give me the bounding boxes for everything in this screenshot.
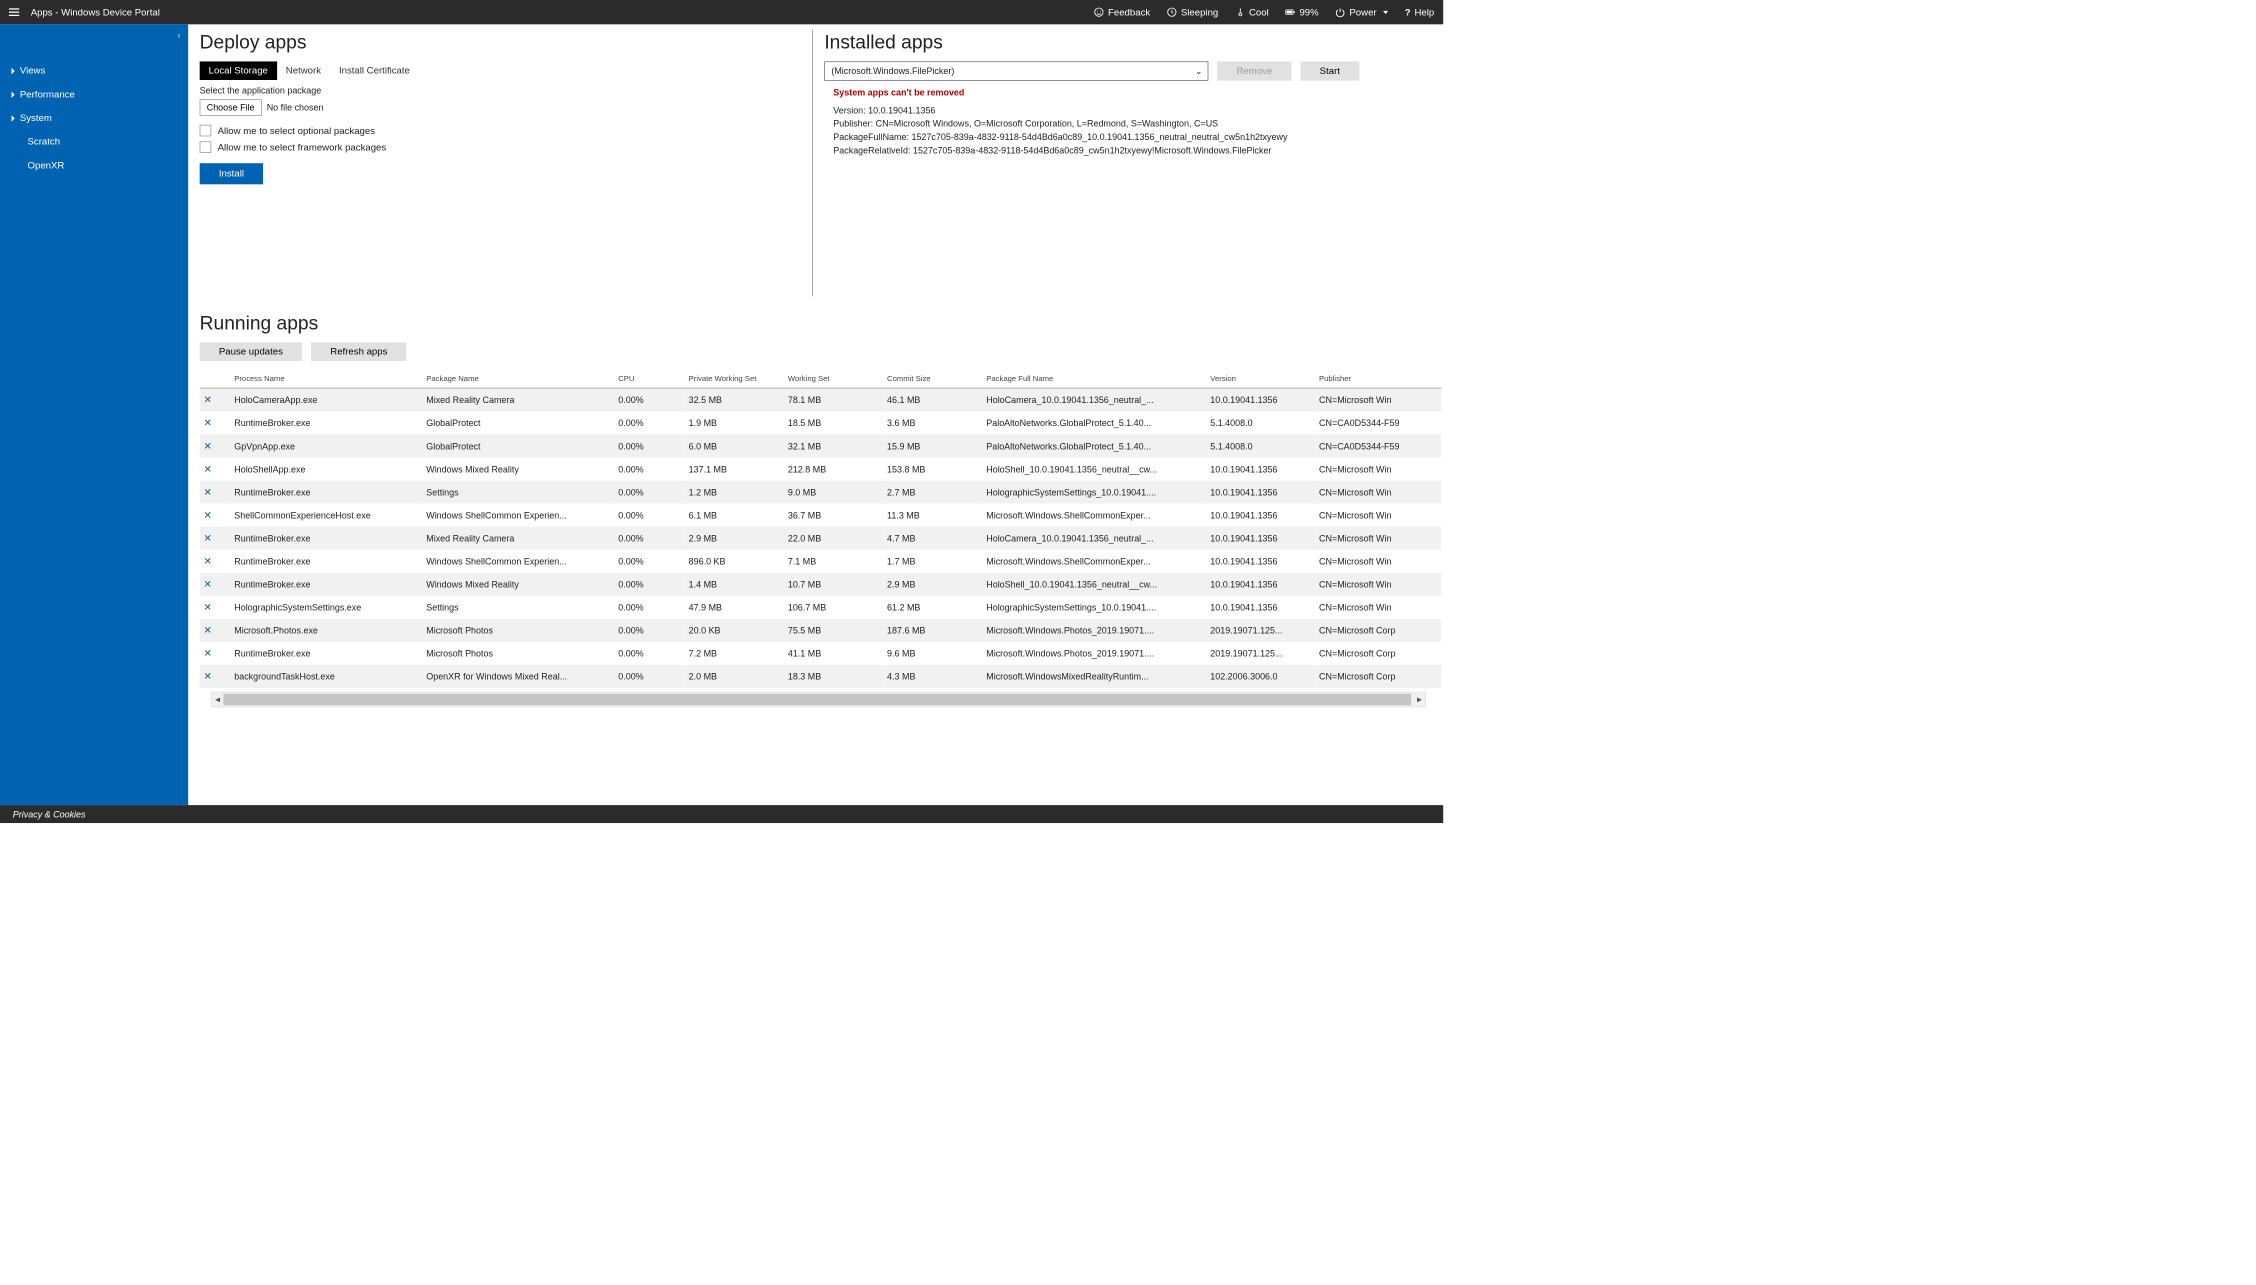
footer: Privacy & Cookies <box>0 805 1443 823</box>
table-row: ✕GpVpnApp.exeGlobalProtect0.00%6.0 MB32.… <box>200 435 1442 458</box>
smiley-icon <box>1094 7 1104 17</box>
table-row: ✕RuntimeBroker.exeWindows ShellCommon Ex… <box>200 550 1442 573</box>
refresh-apps-button[interactable]: Refresh apps <box>311 342 407 361</box>
column-header[interactable] <box>200 369 231 389</box>
sidebar-item-views[interactable]: Views <box>0 59 188 83</box>
close-icon[interactable]: ✕ <box>204 625 213 636</box>
installed-heading: Installed apps <box>824 32 1431 54</box>
running-heading: Running apps <box>200 313 1443 335</box>
optional-packages-checkbox[interactable] <box>200 125 212 137</box>
column-header[interactable]: Private Working Set <box>685 369 784 389</box>
close-icon[interactable]: ✕ <box>204 579 213 590</box>
scroll-left-icon[interactable]: ◀ <box>212 692 224 706</box>
table-row: ✕ShellCommonExperienceHost.exeWindows Sh… <box>200 504 1442 527</box>
sidebar-item-scratch[interactable]: Scratch <box>0 130 188 154</box>
tab-local-storage[interactable]: Local Storage <box>200 61 277 80</box>
collapse-sidebar-icon[interactable]: ‹ <box>177 29 180 39</box>
tab-install-certificate[interactable]: Install Certificate <box>330 61 419 80</box>
help-button[interactable]: ? Help <box>1405 7 1434 18</box>
column-header[interactable]: Version <box>1206 369 1315 389</box>
temperature-status[interactable]: Cool <box>1235 7 1269 18</box>
caret-right-icon <box>12 91 15 97</box>
sidebar-item-openxr[interactable]: OpenXR <box>0 154 188 178</box>
column-header[interactable]: Process Name <box>230 369 422 389</box>
clock-icon <box>1167 7 1177 17</box>
tab-network[interactable]: Network <box>277 61 330 80</box>
close-icon[interactable]: ✕ <box>204 441 213 452</box>
close-icon[interactable]: ✕ <box>204 602 213 613</box>
question-icon: ? <box>1405 7 1411 18</box>
optional-packages-label: Allow me to select optional packages <box>218 125 375 136</box>
power-menu[interactable]: Power <box>1335 7 1388 18</box>
sleep-status[interactable]: Sleeping <box>1167 7 1218 18</box>
caret-right-icon <box>12 68 15 74</box>
column-header[interactable]: Working Set <box>784 369 883 389</box>
close-icon[interactable]: ✕ <box>204 671 213 682</box>
table-row: ✕RuntimeBroker.exeMicrosoft Photos0.00%7… <box>200 642 1442 665</box>
deploy-apps-panel: Deploy apps Local Storage Network Instal… <box>188 24 812 301</box>
horizontal-scrollbar[interactable]: ◀ ▶ <box>211 692 1426 707</box>
battery-icon <box>1285 7 1295 17</box>
close-icon[interactable]: ✕ <box>204 556 213 567</box>
power-icon <box>1335 7 1345 17</box>
column-header[interactable]: Commit Size <box>883 369 982 389</box>
table-row: ✕RuntimeBroker.exeSettings0.00%1.2 MB9.0… <box>200 481 1442 504</box>
deploy-heading: Deploy apps <box>200 32 801 54</box>
close-icon[interactable]: ✕ <box>204 487 213 498</box>
table-row: ✕backgroundTaskHost.exeOpenXR for Window… <box>200 665 1442 688</box>
hamburger-menu-icon[interactable] <box>9 8 19 16</box>
install-button[interactable]: Install <box>200 163 263 184</box>
choose-file-button[interactable]: Choose File <box>200 99 262 116</box>
remove-button[interactable]: Remove <box>1217 61 1291 80</box>
topbar: Apps - Windows Device Portal Feedback Sl… <box>0 0 1443 24</box>
chevron-down-icon: ⌄ <box>1195 66 1203 77</box>
close-icon[interactable]: ✕ <box>204 648 213 659</box>
column-header[interactable]: Package Name <box>422 369 614 389</box>
column-header[interactable]: Package Full Name <box>982 369 1206 389</box>
privacy-link[interactable]: Privacy & Cookies <box>13 809 86 819</box>
close-icon[interactable]: ✕ <box>204 533 213 544</box>
table-row: ✕Microsoft.Photos.exeMicrosoft Photos0.0… <box>200 619 1442 642</box>
sidebar-item-performance[interactable]: Performance <box>0 83 188 107</box>
caret-right-icon <box>12 115 15 121</box>
running-apps-table: Process NamePackage NameCPUPrivate Worki… <box>200 369 1442 688</box>
running-apps-panel: Running apps Pause updates Refresh apps … <box>188 301 1442 707</box>
thermometer-icon <box>1235 7 1245 17</box>
table-row: ✕HolographicSystemSettings.exeSettings0.… <box>200 596 1442 619</box>
chevron-down-icon <box>1383 11 1388 14</box>
start-button[interactable]: Start <box>1300 61 1359 80</box>
table-row: ✕RuntimeBroker.exeMixed Reality Camera0.… <box>200 527 1442 550</box>
feedback-button[interactable]: Feedback <box>1094 7 1150 18</box>
pause-updates-button[interactable]: Pause updates <box>200 342 302 361</box>
framework-packages-label: Allow me to select framework packages <box>218 142 387 153</box>
close-icon[interactable]: ✕ <box>204 464 213 475</box>
table-row: ✕RuntimeBroker.exeGlobalProtect0.00%1.9 … <box>200 412 1442 435</box>
scrollbar-thumb[interactable] <box>223 694 1411 706</box>
scroll-right-icon[interactable]: ▶ <box>1414 692 1426 706</box>
sidebar: ‹ ViewsPerformanceSystemScratchOpenXR <box>0 24 188 805</box>
no-file-text: No file chosen <box>267 102 324 112</box>
sidebar-item-system[interactable]: System <box>0 106 188 130</box>
table-row: ✕RuntimeBroker.exeWindows Mixed Reality0… <box>200 573 1442 596</box>
close-icon[interactable]: ✕ <box>204 510 213 521</box>
topbar-right: Feedback Sleeping Cool 99% Power ? Help <box>1094 7 1434 18</box>
table-row: ✕HoloShellApp.exeWindows Mixed Reality0.… <box>200 458 1442 481</box>
battery-status[interactable]: 99% <box>1285 7 1318 18</box>
close-icon[interactable]: ✕ <box>204 418 213 429</box>
column-header[interactable]: Publisher <box>1315 369 1441 389</box>
table-row: ✕HoloCameraApp.exeMixed Reality Camera0.… <box>200 388 1442 411</box>
remove-warning: System apps can't be removed <box>833 87 1431 97</box>
installed-app-select[interactable]: (Microsoft.Windows.FilePicker) ⌄ <box>824 61 1208 80</box>
deploy-tabs: Local Storage Network Install Certificat… <box>200 61 801 80</box>
app-details: Version: 10.0.19041.1356 Publisher: CN=M… <box>833 104 1431 158</box>
close-icon[interactable]: ✕ <box>204 395 213 406</box>
framework-packages-checkbox[interactable] <box>200 141 212 153</box>
column-header[interactable]: CPU <box>614 369 684 389</box>
page-title: Apps - Windows Device Portal <box>31 7 160 18</box>
installed-apps-panel: Installed apps (Microsoft.Windows.FilePi… <box>813 24 1443 301</box>
select-package-label: Select the application package <box>200 85 801 95</box>
